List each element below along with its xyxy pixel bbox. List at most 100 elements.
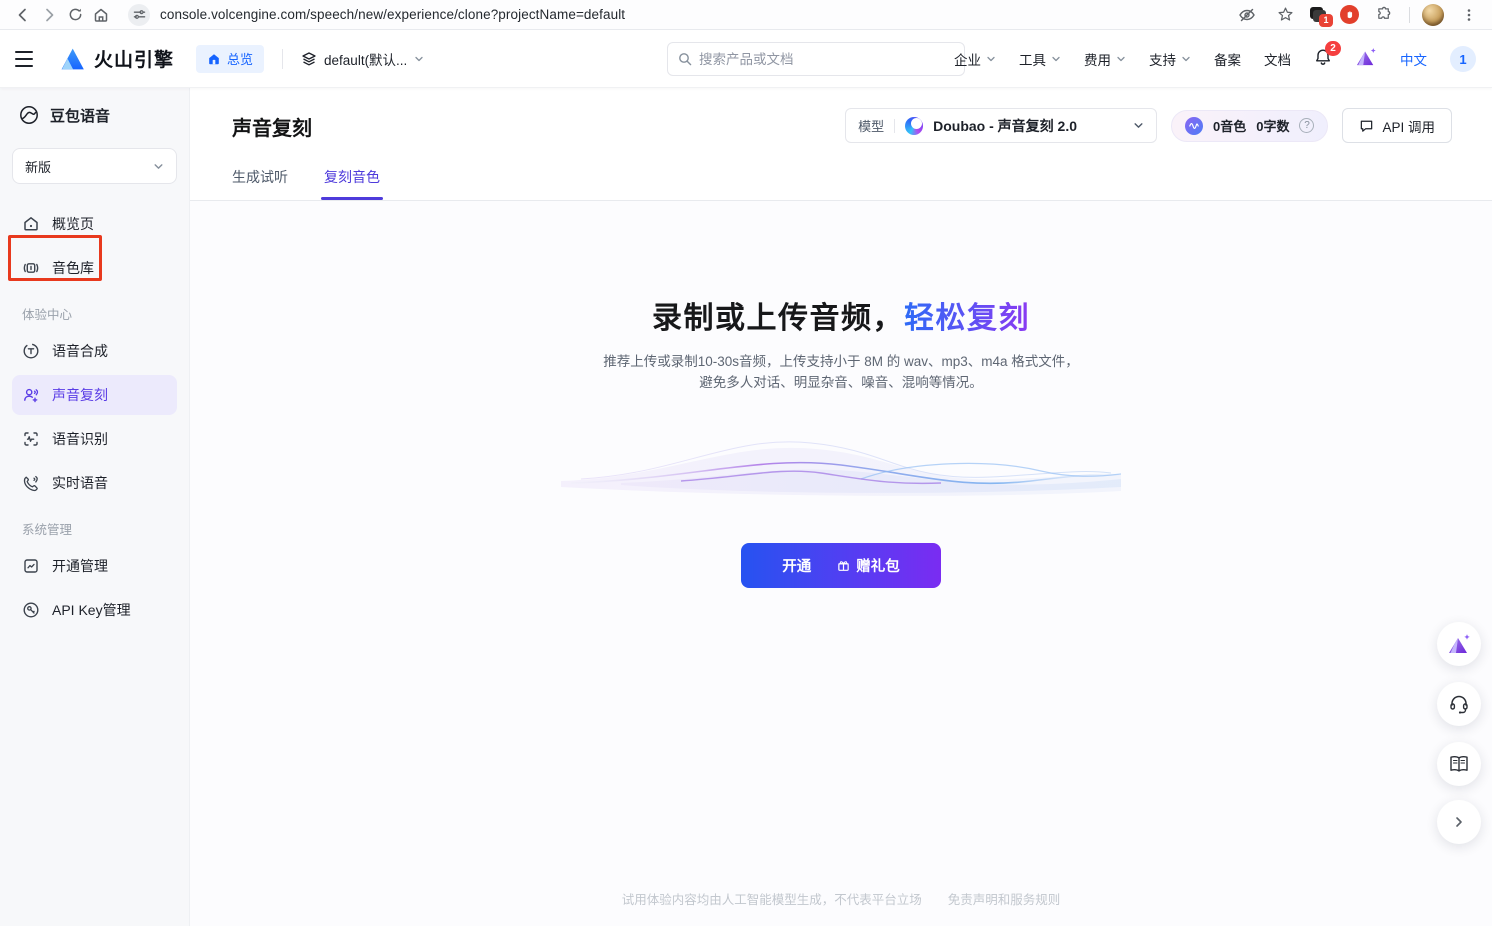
layers-icon [301, 51, 317, 67]
sidebar-item-voice-clone[interactable]: 声音复刻 [12, 375, 177, 415]
eye-off-icon[interactable] [1234, 3, 1260, 27]
doubao-icon [905, 117, 923, 135]
model-label: 模型 [858, 116, 884, 135]
nav-menu-label: 支持 [1149, 49, 1176, 69]
floating-docs-button[interactable] [1437, 742, 1481, 786]
book-icon [1448, 754, 1470, 774]
sidebar-item-speech-synthesis[interactable]: 语音合成 [12, 331, 177, 371]
back-icon[interactable] [10, 3, 36, 27]
hamburger-icon[interactable] [10, 45, 38, 73]
chevron-right-icon [1453, 816, 1465, 828]
overview-button[interactable]: 总览 [196, 45, 264, 73]
chevron-down-icon [986, 54, 996, 64]
tab-generate-preview[interactable]: 生成试听 [232, 167, 288, 200]
model-selector[interactable]: 模型 Doubao - 声音复刻 2.0 [845, 108, 1157, 143]
sidebar-item-activation[interactable]: 开通管理 [12, 546, 177, 586]
project-name: default(默认... [324, 49, 407, 69]
annotation-highlight-box [8, 235, 102, 281]
usage-icon [1185, 117, 1203, 135]
search-input[interactable] [699, 52, 954, 67]
hero-desc-line2: 避免多人对话、明显杂音、噪音、混响等情况。 [190, 372, 1492, 393]
activate-button[interactable]: 开通 赠礼包 [741, 543, 941, 588]
speech-recognition-icon [22, 430, 40, 448]
footer-terms-link[interactable]: 免责声明和服务规则 [948, 893, 1061, 907]
version-selector[interactable]: 新版 [12, 148, 177, 184]
hero-desc-line1: 推荐上传或录制10-30s音频，上传支持小于 8M 的 wav、mp3、m4a … [190, 351, 1492, 372]
help-icon[interactable]: ? [1299, 118, 1314, 133]
page-footer: 试用体验内容均由人工智能模型生成，不代表平台立场 免责声明和服务规则 [190, 889, 1492, 908]
puzzle-icon[interactable] [1371, 3, 1397, 27]
search-icon [678, 52, 692, 66]
usage-chars: 0字数 [1256, 116, 1289, 135]
extension-icon[interactable]: 1 [1310, 7, 1328, 23]
nav-menu-enterprise[interactable]: 企业 [954, 49, 996, 69]
sidebar-item-speech-recognition[interactable]: 语音识别 [12, 419, 177, 459]
usage-badge[interactable]: 0音色 0字数 ? [1171, 110, 1328, 142]
usage-voices: 0音色 [1213, 116, 1246, 135]
chevron-down-icon [1116, 54, 1126, 64]
sidebar-product: 豆包语音 [12, 104, 177, 126]
sidebar-item-label: 语音合成 [52, 341, 108, 361]
blocker-icon[interactable] [1340, 5, 1359, 24]
hero-title-plain: 录制或上传音频， [652, 302, 904, 335]
global-search[interactable] [667, 42, 965, 76]
bookmark-star-icon[interactable] [1272, 3, 1298, 27]
sidebar-item-api-key[interactable]: API Key管理 [12, 590, 177, 630]
reload-icon[interactable] [62, 3, 88, 27]
screen: console.volcengine.com/speech/new/experi… [0, 0, 1492, 926]
sidebar: 豆包语音 新版 概览页 音色库 体验中心 语音合成 [0, 88, 190, 926]
nav-menu-tools[interactable]: 工具 [1019, 49, 1061, 69]
gift-icon [837, 559, 850, 572]
language-switch[interactable]: 中文 [1400, 49, 1427, 69]
nav-menu-docs[interactable]: 文档 [1264, 49, 1291, 69]
footer-disclaimer: 试用体验内容均由人工智能模型生成，不代表平台立场 [622, 893, 922, 907]
extension-badge: 1 [1319, 14, 1333, 27]
notification-bell[interactable]: 2 [1314, 48, 1332, 71]
ai-assistant-icon[interactable] [1355, 47, 1377, 72]
api-call-button[interactable]: API 调用 [1342, 108, 1452, 143]
volcengine-logo[interactable]: 火山引擎 [60, 45, 174, 72]
tab-bar: 生成试听 复刻音色 [232, 167, 380, 200]
chevron-down-icon [414, 54, 424, 64]
forward-icon[interactable] [36, 3, 62, 27]
model-value: Doubao - 声音复刻 2.0 [933, 116, 1077, 136]
chevron-down-icon [1181, 54, 1191, 64]
gift-pack-label: 赠礼包 [856, 555, 900, 576]
console-topnav: 火山引擎 总览 default(默认... 企业 工具 费 [0, 30, 1492, 88]
doubao-voice-icon [18, 104, 40, 126]
sidebar-item-label: API Key管理 [52, 600, 131, 620]
waveform-graphic [190, 421, 1492, 521]
nav-menu-filing[interactable]: 备案 [1214, 49, 1241, 69]
overview-home-icon [207, 52, 221, 66]
hero-title-accent: 轻松复刻 [904, 302, 1030, 335]
notification-badge: 2 [1325, 41, 1341, 56]
profile-avatar[interactable] [1422, 4, 1444, 26]
nav-menu-label: 文档 [1264, 49, 1291, 69]
voice-clone-icon [22, 386, 40, 404]
topnav-right: 企业 工具 费用 支持 备案 文档 2 [954, 30, 1476, 88]
nav-divider [282, 49, 283, 69]
sidebar-item-realtime-voice[interactable]: 实时语音 [12, 463, 177, 503]
headset-icon [1448, 693, 1470, 715]
address-bar[interactable]: console.volcengine.com/speech/new/experi… [160, 7, 625, 22]
nav-menu-billing[interactable]: 费用 [1084, 49, 1126, 69]
home-icon[interactable] [88, 3, 114, 27]
nav-menu-support[interactable]: 支持 [1149, 49, 1191, 69]
sidebar-section-experience: 体验中心 [12, 292, 177, 331]
floating-ai-assistant-button[interactable] [1437, 622, 1481, 666]
floating-collapse-button[interactable] [1437, 800, 1481, 844]
kebab-menu-icon[interactable] [1456, 3, 1482, 27]
project-selector[interactable]: default(默认... [301, 49, 424, 69]
browser-toolbar: console.volcengine.com/speech/new/experi… [0, 0, 1492, 30]
site-settings-icon[interactable] [128, 4, 150, 26]
nav-menu-label: 备案 [1214, 49, 1241, 69]
account-avatar[interactable]: 1 [1450, 46, 1476, 72]
overview-label: 总览 [227, 49, 253, 68]
chevron-down-icon [1051, 54, 1061, 64]
chevron-down-icon [153, 161, 164, 172]
floating-support-button[interactable] [1437, 682, 1481, 726]
tab-clone-voice[interactable]: 复刻音色 [324, 167, 380, 200]
nav-menu-label: 企业 [954, 49, 981, 69]
sidebar-item-label: 实时语音 [52, 473, 108, 493]
sidebar-item-label: 开通管理 [52, 556, 108, 576]
